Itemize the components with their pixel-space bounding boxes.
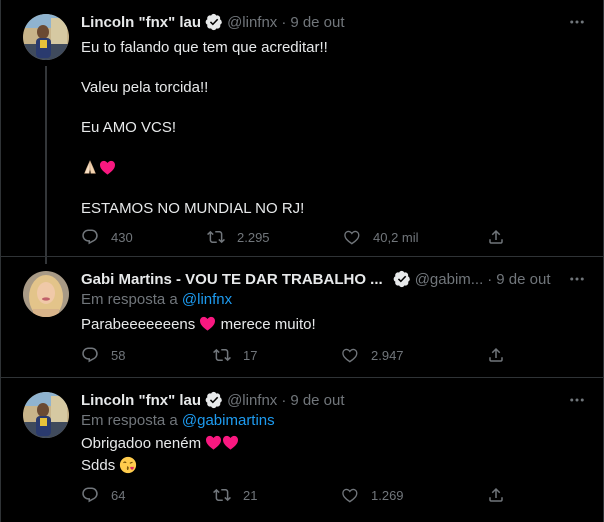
- like-button[interactable]: 2.947: [341, 346, 404, 364]
- retweet-count: 21: [243, 487, 258, 503]
- avatar[interactable]: [23, 14, 69, 60]
- like-count: 2.947: [371, 347, 404, 363]
- like-icon: [343, 228, 361, 246]
- display-name[interactable]: Lincoln "fnx" lau: [81, 392, 201, 409]
- reply-icon: [81, 486, 99, 504]
- reply-count: 430: [111, 229, 133, 245]
- share-icon: [487, 346, 505, 364]
- share-icon: [487, 486, 505, 504]
- tweet-actions: 430 2.295 40,2 mil: [81, 228, 511, 248]
- verified-badge-icon: [393, 270, 411, 288]
- avatar[interactable]: [23, 271, 69, 317]
- kissing-face-emoji: [120, 456, 137, 474]
- share-button[interactable]: [487, 486, 505, 504]
- tweet-text: Parabeeeeeeens merece muito!: [81, 315, 316, 335]
- replying-to-link[interactable]: @linfnx: [182, 291, 232, 308]
- tweet-text-part: Parabeeeeeeens: [81, 316, 196, 333]
- retweet-icon: [213, 486, 231, 504]
- separator-dot: ·: [281, 13, 287, 31]
- replying-to-label: Em resposta a: [81, 412, 182, 429]
- replying-to: Em resposta a @gabimartins: [81, 412, 275, 429]
- user-handle[interactable]: @linfnx: [227, 392, 277, 409]
- reply-button[interactable]: 430: [81, 228, 133, 246]
- retweet-icon: [207, 228, 225, 246]
- tweet-line: Obrigadoo neném: [81, 434, 239, 454]
- thread-line: [45, 66, 47, 264]
- share-button[interactable]: [487, 346, 505, 364]
- more-icon[interactable]: [567, 392, 587, 408]
- tweet-actions: 64 21 1.269: [81, 486, 511, 506]
- tweet-text: Eu to falando que tem que acreditar!! Va…: [81, 38, 328, 219]
- tweet-header: Gabi Martins - VOU TE DAR TRABALHO ... @…: [81, 269, 551, 289]
- retweet-count: 2.295: [237, 229, 270, 245]
- tweet-reply[interactable]: Lincoln "fnx" lau @linfnx · 9 de out Em …: [1, 378, 604, 522]
- red-heart-emoji: [222, 435, 239, 450]
- reply-count: 58: [111, 347, 126, 363]
- reply-icon: [81, 346, 99, 364]
- tweet-reply[interactable]: Gabi Martins - VOU TE DAR TRABALHO ... @…: [1, 257, 604, 377]
- tweet-text-part: Obrigadoo neném: [81, 435, 202, 452]
- display-name[interactable]: Lincoln "fnx" lau: [81, 14, 201, 31]
- tweet-line: Sdds: [81, 456, 239, 476]
- reply-button[interactable]: 64: [81, 486, 125, 504]
- emoji-line: [81, 158, 328, 179]
- tweet-line: Eu AMO VCS!: [81, 119, 177, 136]
- like-icon: [341, 486, 359, 504]
- verified-badge-icon: [205, 13, 223, 31]
- tweet-line: Valeu pela torcida!!: [81, 79, 209, 96]
- red-heart-emoji: [199, 316, 216, 331]
- like-button[interactable]: 40,2 mil: [343, 228, 419, 246]
- tweet-text-part: Sdds: [81, 457, 116, 474]
- like-count: 40,2 mil: [373, 229, 419, 245]
- user-handle[interactable]: @linfnx: [227, 14, 277, 31]
- tweet-line: Eu to falando que tem que acreditar!!: [81, 39, 328, 56]
- tweet-date[interactable]: 9 de out: [290, 392, 344, 409]
- tweet-date[interactable]: 9 de out: [290, 14, 344, 31]
- more-icon[interactable]: [567, 271, 587, 287]
- separator-dot: ·: [487, 270, 493, 288]
- retweet-button[interactable]: 21: [213, 486, 257, 504]
- tweet-header: Lincoln "fnx" lau @linfnx · 9 de out: [81, 12, 345, 32]
- share-button[interactable]: [487, 228, 505, 246]
- share-icon: [487, 228, 505, 246]
- tweet-text: Obrigadoo neném Sdds: [81, 434, 239, 476]
- reply-icon: [81, 228, 99, 246]
- like-icon: [341, 346, 359, 364]
- tweet-main[interactable]: Lincoln "fnx" lau @linfnx · 9 de out Eu …: [1, 0, 604, 264]
- replying-to: Em resposta a @linfnx: [81, 291, 232, 308]
- verified-badge-icon: [205, 391, 223, 409]
- retweet-count: 17: [243, 347, 258, 363]
- reply-button[interactable]: 58: [81, 346, 125, 364]
- tweet-text-part: merece muito!: [216, 316, 316, 333]
- retweet-button[interactable]: 2.295: [207, 228, 270, 246]
- user-handle[interactable]: @gabim...: [415, 271, 484, 288]
- display-name[interactable]: Gabi Martins - VOU TE DAR TRABALHO ...: [81, 271, 383, 288]
- like-button[interactable]: 1.269: [341, 486, 404, 504]
- red-heart-emoji: [99, 160, 116, 175]
- avatar[interactable]: [23, 392, 69, 438]
- red-heart-emoji: [205, 435, 222, 450]
- more-icon[interactable]: [567, 14, 587, 30]
- folded-hands-emoji: [84, 160, 96, 174]
- reply-count: 64: [111, 487, 126, 503]
- replying-to-label: Em resposta a: [81, 291, 182, 308]
- tweet-header: Lincoln "fnx" lau @linfnx · 9 de out: [81, 390, 345, 410]
- retweet-button[interactable]: 17: [213, 346, 257, 364]
- tweet-date[interactable]: 9 de out: [496, 271, 550, 288]
- separator-dot: ·: [281, 391, 287, 409]
- tweet-actions: 58 17 2.947: [81, 346, 511, 366]
- tweet-line: ESTAMOS NO MUNDIAL NO RJ!: [81, 200, 305, 217]
- like-count: 1.269: [371, 487, 404, 503]
- replying-to-link[interactable]: @gabimartins: [182, 412, 275, 429]
- retweet-icon: [213, 346, 231, 364]
- timeline-frame: Lincoln "fnx" lau @linfnx · 9 de out Eu …: [0, 0, 604, 522]
